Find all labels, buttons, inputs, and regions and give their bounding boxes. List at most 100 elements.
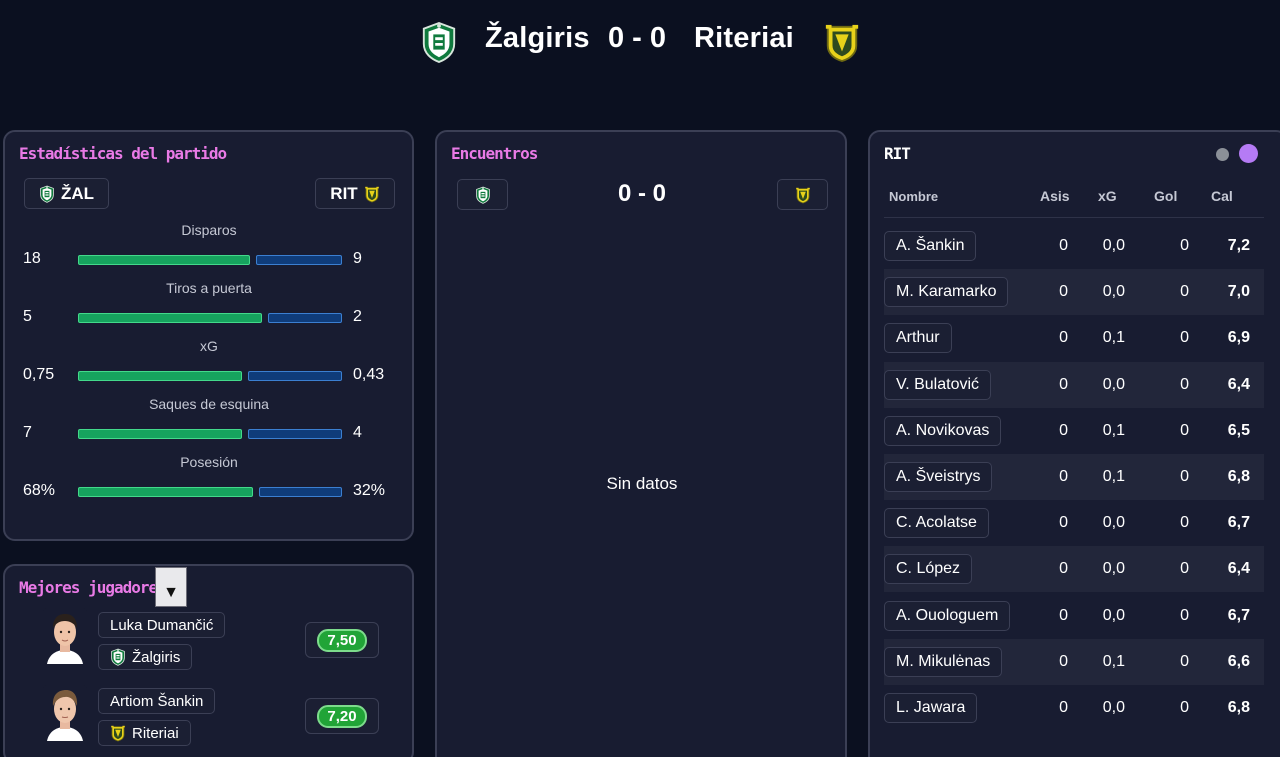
player-rating: 6,4 — [1227, 560, 1250, 578]
player-assists: 0 — [1059, 283, 1068, 301]
stat-home-value: 0,75 — [23, 366, 55, 383]
zalgiris-crest-icon — [420, 21, 458, 63]
player-assists: 0 — [1059, 514, 1068, 532]
player-xg: 0,0 — [1102, 560, 1125, 578]
stat-home-bar — [78, 429, 242, 439]
stat-home-value: 5 — [23, 308, 32, 325]
table-row[interactable]: C. Acolatse 0 0,0 0 6,7 — [884, 500, 1264, 546]
player-name-chip[interactable]: M. Mikulėnas — [884, 646, 1003, 677]
stat-label: Posesión — [180, 454, 238, 470]
player-rating: 7,20 — [317, 704, 367, 728]
player-team-chip[interactable]: Žalgiris — [98, 644, 193, 670]
player-name-chip[interactable]: L. Jawara — [884, 693, 978, 723]
players-dropdown-button[interactable]: ▼ — [155, 567, 187, 607]
player-xg: 0,0 — [1102, 514, 1125, 532]
player-rating: 7,0 — [1227, 283, 1250, 301]
player-team: Riteriai — [132, 724, 179, 742]
player-name-chip[interactable]: A. Šveistrys — [884, 462, 993, 492]
triangle-down-icon: ▼ — [163, 584, 179, 601]
player-name-chip[interactable]: M. Karamarko — [884, 277, 1009, 308]
zalgiris-crest-icon — [110, 648, 126, 666]
player-assists: 0 — [1059, 421, 1068, 439]
panel-title: Mejores jugadores — [19, 578, 167, 597]
player-assists: 0 — [1059, 652, 1068, 670]
stat-home-bar — [78, 371, 242, 381]
player-photo — [43, 608, 87, 664]
table-row[interactable]: L. Jawara 0 0,0 0 6,8 — [884, 685, 1264, 731]
empty-state-text: Sin datos — [606, 474, 678, 493]
player-team-chip[interactable]: Riteriai — [98, 720, 191, 746]
player-name: Artiom Šankin — [110, 692, 204, 710]
player-name-chip[interactable]: Arthur — [884, 323, 952, 354]
player-assists: 0 — [1059, 468, 1068, 485]
column-header-name[interactable]: Nombre — [889, 189, 938, 204]
player-assists: 0 — [1059, 699, 1068, 716]
stat-away-value: 9 — [353, 250, 362, 267]
home-team-abbr: ŽAL — [60, 183, 95, 203]
stat-away-value: 32% — [353, 482, 386, 499]
player-name-chip[interactable]: Luka Dumančić — [98, 612, 226, 638]
player-goals: 0 — [1180, 283, 1189, 301]
zalgiris-crest-icon — [39, 185, 55, 203]
panel-title: Estadísticas del partido — [19, 144, 227, 163]
stat-row: 0,75 0,43 — [5, 366, 413, 386]
player-name-chip[interactable]: C. López — [884, 554, 973, 585]
column-header-rating[interactable]: Cal — [1211, 188, 1233, 204]
panel-title: RIT — [884, 144, 911, 163]
player-goals: 0 — [1180, 606, 1189, 624]
table-row[interactable]: A. Ouologuem 0 0,0 0 6,7 — [884, 593, 1264, 639]
stat-away-bar — [256, 255, 342, 265]
encounters-panel: Encuentros 0 - 0 Sin datos — [435, 130, 847, 757]
player-name-chip[interactable]: A. Šankin — [884, 231, 977, 261]
player-name-chip[interactable]: A. Ouologuem — [884, 600, 1011, 631]
riteriai-crest-icon — [823, 21, 861, 63]
stat-home-bar — [78, 313, 262, 323]
table-row[interactable]: A. Šankin 0 0,0 0 7,2 — [884, 223, 1264, 269]
player-xg: 0,0 — [1102, 375, 1125, 393]
column-header-xg[interactable]: xG — [1098, 188, 1117, 204]
stat-home-value: 18 — [23, 250, 41, 267]
column-header-goals[interactable]: Gol — [1154, 188, 1177, 204]
player-name-chip[interactable]: V. Bulatović — [884, 369, 992, 400]
table-row[interactable]: A. Šveistrys 0 0,1 0 6,8 — [884, 454, 1264, 500]
toggle-dot-active[interactable] — [1239, 144, 1258, 163]
match-header: Žalgiris 0 - 0 Riteriai — [0, 0, 1280, 90]
stat-away-bar — [248, 371, 342, 381]
player-name: Luka Dumančić — [110, 616, 214, 634]
table-row[interactable]: Arthur 0 0,1 0 6,9 — [884, 315, 1264, 361]
player-name-chip[interactable]: C. Acolatse — [884, 508, 989, 539]
toggle-dot-inactive[interactable] — [1216, 148, 1229, 161]
player-goals: 0 — [1180, 329, 1189, 347]
player-rating: 6,8 — [1227, 468, 1250, 485]
stat-row: 18 9 — [5, 250, 413, 270]
player-name-chip[interactable]: A. Novikovas — [884, 415, 1002, 446]
home-team-chip[interactable]: ŽAL — [24, 178, 109, 209]
table-row[interactable]: M. Karamarko 0 0,0 0 7,0 — [884, 269, 1264, 316]
table-row[interactable]: A. Novikovas 0 0,1 0 6,5 — [884, 408, 1264, 454]
player-xg: 0,0 — [1102, 699, 1125, 716]
match-score: 0 - 0 — [608, 22, 667, 54]
away-team-abbr: RIT — [330, 183, 358, 203]
stat-away-bar — [268, 313, 342, 323]
player-xg: 0,1 — [1102, 652, 1125, 670]
table-row[interactable]: C. López 0 0,0 0 6,4 — [884, 546, 1264, 593]
home-team-name: Žalgiris — [485, 22, 590, 54]
riteriai-crest-icon — [364, 185, 380, 203]
stat-home-bar — [78, 487, 253, 497]
column-header-assists[interactable]: Asis — [1040, 188, 1070, 204]
stat-away-bar — [248, 429, 342, 439]
player-assists: 0 — [1059, 375, 1068, 393]
away-team-chip[interactable]: RIT — [315, 178, 395, 209]
player-assists: 0 — [1059, 560, 1068, 578]
player-rating-box: 7,50 — [305, 622, 379, 658]
stat-away-value: 2 — [353, 308, 362, 325]
player-rating: 6,8 — [1227, 699, 1250, 716]
stat-label: Disparos — [181, 222, 237, 238]
away-team-chip[interactable] — [777, 179, 828, 210]
table-row[interactable]: V. Bulatović 0 0,0 0 6,4 — [884, 361, 1264, 408]
player-rating: 6,5 — [1227, 421, 1250, 439]
player-goals: 0 — [1180, 652, 1189, 670]
stat-away-value: 0,43 — [353, 366, 385, 383]
player-name-chip[interactable]: Artiom Šankin — [98, 688, 216, 714]
table-row[interactable]: M. Mikulėnas 0 0,1 0 6,6 — [884, 638, 1264, 685]
